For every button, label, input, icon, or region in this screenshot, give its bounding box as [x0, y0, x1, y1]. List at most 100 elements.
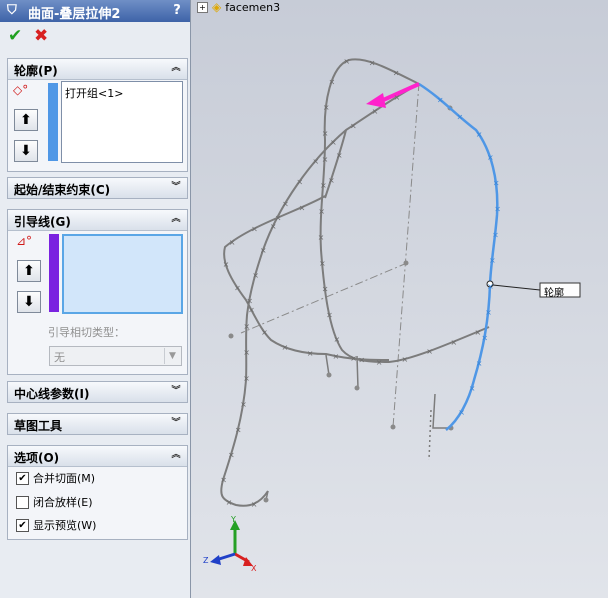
curve-point-marker: × — [312, 157, 319, 166]
curve-point-marker: × — [243, 322, 250, 331]
curve-point-marker: × — [401, 355, 408, 364]
curve-point-marker: × — [226, 498, 233, 507]
curve-point-marker: × — [328, 176, 335, 185]
move-up-button[interactable]: ⬆ — [17, 260, 41, 282]
triad-y-label: Y — [231, 515, 236, 524]
move-up-button[interactable]: ⬆ — [14, 109, 38, 131]
curve-point-marker: × — [322, 155, 329, 164]
curve-point-marker: × — [330, 138, 337, 147]
profile-selection-list[interactable]: 打开组<1> — [61, 81, 183, 163]
property-manager: ⛉ 曲面-叠层拉伸2 ? ✔ ✖ 轮廓(P) ︽ ◇° ⬆ ⬇ 打开组<1> 起… — [0, 0, 191, 598]
curve-point-marker: × — [326, 310, 333, 319]
curve-point-marker: × — [251, 500, 258, 509]
profile-callout[interactable] — [486, 280, 581, 298]
curve-point-marker: × — [493, 178, 500, 187]
coordinate-triad — [210, 520, 253, 566]
curve-point-marker: × — [426, 347, 433, 356]
curve-point-marker: × — [336, 151, 343, 160]
callout-label[interactable]: 轮廓 — [544, 284, 564, 299]
curve-point-marker: × — [243, 374, 250, 383]
curve-point-marker: × — [450, 338, 457, 347]
chevron-down-icon[interactable]: ▼ — [164, 348, 180, 364]
curve-point-marker: × — [476, 130, 483, 139]
curve-point-marker: × — [320, 181, 327, 190]
help-button[interactable]: ? — [170, 3, 184, 18]
checkbox-checked-icon[interactable]: ✔ — [16, 518, 29, 532]
curve-point-marker: × — [350, 354, 357, 363]
tangency-type-label: 引导相切类型： — [48, 326, 125, 339]
expand-down-icon[interactable]: ︾ — [170, 416, 182, 430]
checkbox-checked-icon[interactable]: ✔ — [16, 471, 29, 485]
show-preview-checkbox[interactable]: ✔ 显示预览(W) — [16, 517, 96, 533]
graphics-area[interactable]: + ◈ facemen3 × × × × × × × × × × × × × ×… — [191, 0, 608, 598]
panel-title: 曲面-叠层拉伸2 — [28, 7, 121, 22]
guide-curve-icon: ⊿° — [16, 234, 33, 248]
curve-point-marker: × — [299, 203, 306, 212]
guide-group-header[interactable]: 引导线(G) ︽ — [8, 210, 187, 231]
expand-down-icon[interactable]: ︾ — [170, 384, 182, 398]
curve-point-marker: × — [457, 113, 464, 122]
curve-point-marker: × — [270, 222, 277, 231]
start-end-constraints-group: 起始/结束约束(C) ︾ — [7, 177, 188, 199]
move-down-button[interactable]: ⬇ — [17, 291, 41, 313]
curve-point-marker: × — [376, 358, 383, 367]
profile-curve[interactable] — [418, 82, 499, 431]
curve-point-marker: × — [372, 107, 379, 116]
curve-point-marker: × — [485, 308, 492, 317]
triad-x-label: X — [251, 564, 257, 573]
sketch-endpoints — [263, 372, 454, 503]
option-label: 合并切面(M) — [33, 472, 96, 485]
curve-point-marker: × — [252, 271, 259, 280]
curve-point-marker: × — [234, 283, 241, 292]
ok-button[interactable]: ✔ — [8, 26, 22, 46]
close-loft-checkbox[interactable]: 闭合放样(E) — [16, 494, 93, 510]
centerline-group-header[interactable]: 中心线参数(I) ︾ — [8, 382, 187, 402]
curve-point-marker: × — [251, 225, 258, 234]
guide-selection-list[interactable] — [62, 234, 183, 314]
curve-point-marker: × — [489, 256, 496, 265]
list-item[interactable]: 打开组<1> — [65, 85, 123, 101]
expand-down-icon[interactable]: ︾ — [170, 180, 182, 194]
curve-point-marker: × — [318, 207, 325, 216]
cancel-button[interactable]: ✖ — [34, 26, 48, 46]
collapse-up-icon[interactable]: ︽ — [170, 448, 182, 462]
curve-point-marker: × — [437, 95, 444, 104]
curve-point-marker: × — [487, 153, 494, 162]
curve-point-marker: × — [261, 328, 268, 337]
merge-tangent-faces-checkbox[interactable]: ✔ 合并切面(M) — [16, 470, 95, 486]
sketch-tools-group-header[interactable]: 草图工具 ︾ — [8, 414, 187, 434]
move-down-button[interactable]: ⬇ — [14, 140, 38, 162]
curve-point-marker: × — [343, 57, 350, 66]
collapse-up-icon[interactable]: ︽ — [170, 212, 182, 226]
curve-point-marker: × — [228, 451, 235, 460]
model-viewport[interactable]: × × × × × × × × × × × × × × × × × × × × × × × × × × × × × × × × × × × × × × × ×… — [191, 0, 608, 598]
curve-point-marker: × — [282, 199, 289, 208]
curve-point-marker: × — [282, 343, 289, 352]
options-group-label: 选项(O) — [14, 451, 60, 465]
curve-point-marker: × — [243, 348, 250, 357]
profile-group-header[interactable]: 轮廓(P) ︽ — [8, 59, 187, 80]
centerline-group-label: 中心线参数(I) — [14, 387, 90, 401]
guide-color-bar — [49, 234, 59, 312]
collapse-up-icon[interactable]: ︽ — [170, 61, 182, 75]
tangency-type-select[interactable]: 无 ▼ — [49, 346, 182, 366]
curve-point-marker: × — [350, 121, 357, 130]
centerline-params-group: 中心线参数(I) ︾ — [7, 381, 188, 403]
curve-point-marker: × — [393, 68, 400, 77]
curve-point-marker: × — [220, 475, 227, 484]
options-group-header[interactable]: 选项(O) ︽ — [8, 446, 187, 467]
curve-point-marker: × — [481, 334, 488, 343]
checkbox-unchecked-icon[interactable] — [16, 495, 29, 509]
profile-color-bar — [48, 83, 58, 161]
curve-point-marker: × — [469, 384, 476, 393]
curve-point-marker: × — [333, 335, 340, 344]
profile-group-label: 轮廓(P) — [14, 64, 58, 78]
curve-point-marker: × — [333, 352, 340, 361]
curve-point-marker: × — [248, 305, 255, 314]
guide-group-label: 引导线(G) — [14, 215, 71, 229]
start-end-group-label: 起始/结束约束(C) — [14, 183, 111, 197]
curve-point-marker: × — [328, 78, 335, 87]
start-end-group-header[interactable]: 起始/结束约束(C) ︾ — [8, 178, 187, 198]
options-group: 选项(O) ︽ ✔ 合并切面(M) 闭合放样(E) ✔ 显示预览(W) — [7, 445, 188, 540]
curve-point-marker: × — [369, 58, 376, 67]
